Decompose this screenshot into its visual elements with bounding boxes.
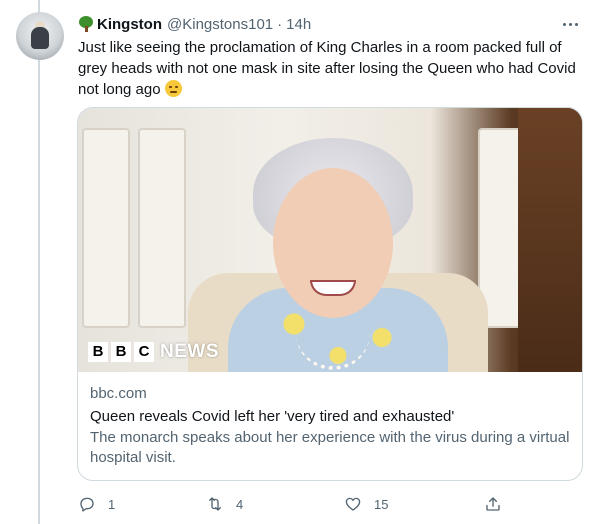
share-icon bbox=[486, 497, 500, 511]
more-icon[interactable] bbox=[560, 14, 580, 34]
avatar-figure bbox=[31, 27, 49, 49]
card-description: The monarch speaks about her experience … bbox=[90, 429, 570, 466]
retweet-count: 4 bbox=[236, 496, 244, 512]
bbc-letter: B bbox=[88, 342, 108, 362]
card-image[interactable]: B B C NEWS bbox=[78, 108, 582, 372]
display-name[interactable]: Kingston bbox=[97, 16, 162, 33]
card-title: Queen reveals Covid left her 'very tired… bbox=[90, 408, 455, 425]
user-handle[interactable]: @Kingstons101 bbox=[167, 16, 273, 33]
bbc-news-logo: B B C NEWS bbox=[88, 341, 219, 363]
tree-icon bbox=[78, 16, 94, 32]
like-count: 15 bbox=[374, 496, 389, 512]
retweet-icon bbox=[209, 497, 221, 511]
retweet-button[interactable]: 4 bbox=[206, 494, 243, 514]
tweet-time[interactable]: 14h bbox=[286, 16, 311, 33]
link-card[interactable]: B B C NEWS bbc.com Queen reveals Covid l… bbox=[77, 107, 583, 481]
tweet-header: Kingston @Kingstons101 · 14h bbox=[78, 14, 311, 34]
bbc-letter: C bbox=[134, 342, 154, 362]
heart-icon bbox=[345, 497, 361, 511]
tweet-text: Just like seeing the proclamation of Kin… bbox=[78, 37, 583, 100]
tweet-text-content: Just like seeing the proclamation of Kin… bbox=[78, 39, 576, 98]
avatar[interactable] bbox=[16, 12, 64, 60]
card-meta[interactable]: bbc.com Queen reveals Covid left her 've… bbox=[90, 384, 572, 468]
wall-panel bbox=[82, 128, 130, 328]
disappointed-face-emoji-icon bbox=[164, 80, 182, 97]
tweet-actions: 1 4 15 bbox=[78, 494, 508, 514]
bbc-letter: B bbox=[111, 342, 131, 362]
like-button[interactable]: 15 bbox=[344, 494, 388, 514]
reply-count: 1 bbox=[108, 496, 116, 512]
wall-panel bbox=[138, 128, 186, 328]
share-button[interactable] bbox=[484, 494, 502, 514]
reply-icon bbox=[80, 497, 94, 512]
thread-line bbox=[38, 0, 40, 524]
reply-button[interactable]: 1 bbox=[78, 494, 115, 514]
separator-dot: · bbox=[277, 15, 283, 33]
card-domain: bbc.com bbox=[90, 385, 147, 402]
wood-cabinet bbox=[518, 108, 582, 372]
news-word: NEWS bbox=[160, 341, 219, 362]
